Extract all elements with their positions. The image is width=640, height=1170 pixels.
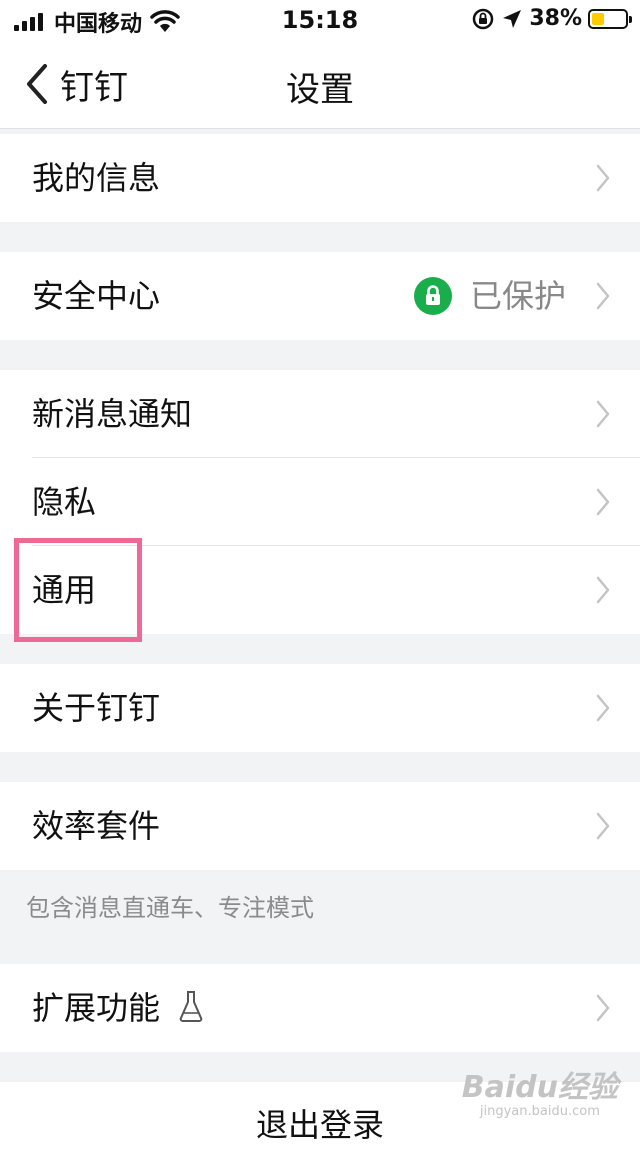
menu-item-label: 我的信息 [32,159,161,197]
menu-item-privacy[interactable]: 隐私 [0,458,640,546]
chevron-right-icon [596,400,610,428]
chevron-right-icon [596,812,610,840]
menu-item-my-info[interactable]: 我的信息 [0,134,640,222]
status-right: 38% [471,6,632,31]
battery-icon [588,8,632,29]
menu-item-label: 安全中心 [32,277,161,315]
chevron-right-icon [596,164,610,192]
menu-item-label: 新消息通知 [32,395,193,433]
lock-icon [413,277,452,315]
location-arrow-icon [503,9,522,28]
menu-item-label: 扩展功能 [32,988,204,1028]
watermark-url: jingyan.baidu.com [479,1104,600,1119]
status-bar: 中国移动 15:18 38% [0,0,640,40]
menu-item-label: 效率套件 [32,807,161,845]
baidu-jingyan-watermark: Baidu经验 jingyan.baidu.com [462,1062,618,1119]
watermark-logo-text: Baidu经验 [461,1070,618,1105]
chevron-right-icon [596,694,610,722]
extensions-label: 扩展功能 [32,989,161,1027]
chevron-right-icon [596,282,610,310]
chevron-right-icon [596,576,610,604]
flask-icon [179,991,203,1022]
battery-percent: 38% [529,6,582,31]
page-title: 设置 [286,70,354,110]
menu-item-extensions[interactable]: 扩展功能 [0,964,640,1052]
menu-item-security-center[interactable]: 安全中心 已保护 [0,252,640,340]
security-status-text: 已保护 [469,277,566,315]
menu-item-efficiency-suite[interactable]: 效率套件 [0,782,640,870]
logout-label: 退出登录 [255,1106,384,1144]
menu-item-label: 关于钉钉 [32,689,161,727]
efficiency-suite-note: 包含消息直通车、专注模式 [26,894,314,922]
rotation-lock-icon [473,8,494,29]
navigation-bar: 钉钉 设置 [0,40,640,129]
security-status: 已保护 [413,276,566,316]
chevron-right-icon [596,994,610,1022]
menu-item-about[interactable]: 关于钉钉 [0,664,640,752]
highlight-annotation-box [14,538,142,642]
menu-item-new-message-notification[interactable]: 新消息通知 [0,370,640,458]
chevron-right-icon [596,488,610,516]
menu-item-label: 隐私 [32,483,97,521]
